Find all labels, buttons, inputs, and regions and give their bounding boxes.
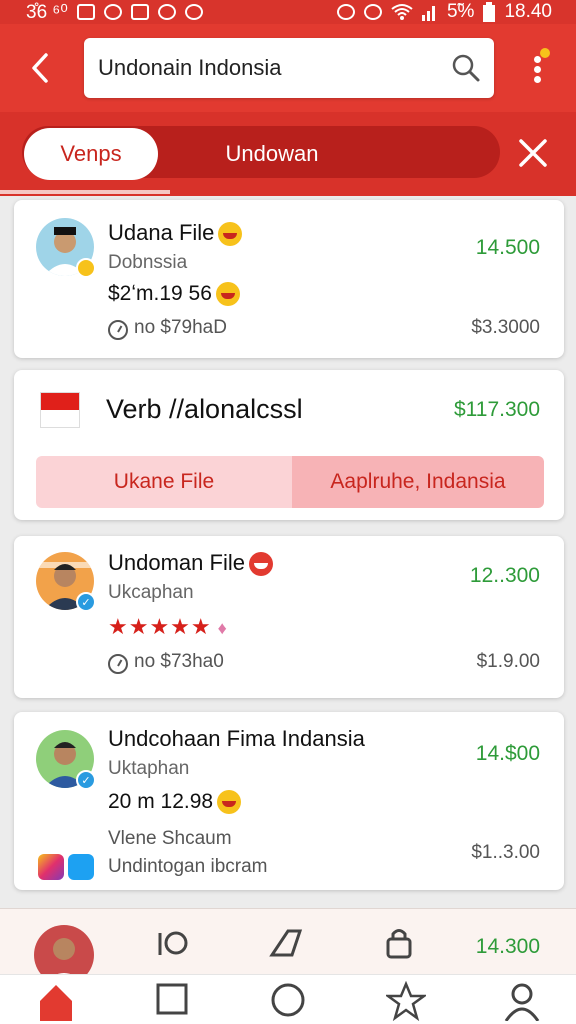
bottom-nav bbox=[0, 974, 576, 1024]
verified-badge-icon: ✓ bbox=[76, 770, 96, 790]
sync-icon bbox=[157, 4, 176, 20]
more-vertical-icon[interactable] bbox=[526, 46, 550, 90]
notification-icon bbox=[76, 4, 95, 20]
lock-icon[interactable] bbox=[384, 925, 414, 961]
badge-icon bbox=[76, 258, 96, 278]
item-price: $117.300 bbox=[453, 398, 540, 421]
nav-circle[interactable] bbox=[266, 981, 310, 1024]
search-input[interactable] bbox=[98, 52, 438, 84]
item-title: Undoman File bbox=[108, 550, 273, 577]
emoji-icon bbox=[248, 552, 273, 577]
star-icon bbox=[386, 981, 426, 1021]
bluetooth-icon bbox=[363, 4, 382, 20]
profile-icon bbox=[504, 983, 540, 1021]
nav-square[interactable] bbox=[150, 981, 194, 1024]
circle-icon bbox=[271, 983, 305, 1017]
aaplruhe-button[interactable]: Aaplruhe, Indansia bbox=[292, 456, 544, 508]
item-meta-line1: Vlene Shcaum bbox=[108, 828, 232, 849]
item-subtitle: Dobnssia bbox=[108, 252, 188, 273]
list-item[interactable]: ✓ Undoman File Ukcaphan ★★★★★ ♦ no $73ha0… bbox=[14, 536, 564, 698]
tab-undowan[interactable]: Undowan bbox=[180, 128, 364, 180]
camera-icon bbox=[103, 4, 122, 20]
cell-signal-icon bbox=[421, 6, 435, 21]
home-icon bbox=[40, 985, 72, 1021]
verified-badge-icon: ✓ bbox=[76, 592, 96, 612]
tag-icon[interactable] bbox=[268, 927, 304, 959]
item-secondary-price: $1.9.00 bbox=[476, 651, 540, 672]
item-price: 14.$00 bbox=[475, 742, 540, 765]
summary-price: 14.300 bbox=[475, 935, 540, 958]
item-price: 14.500 bbox=[475, 236, 540, 259]
tab-indicator bbox=[0, 190, 170, 194]
flag-icon bbox=[40, 392, 80, 428]
square-icon bbox=[156, 983, 188, 1015]
item-title: Udana File bbox=[108, 220, 243, 247]
app-header bbox=[0, 24, 576, 112]
list-item[interactable]: Verb //alonalcssl $117.300 Ukane File Aa… bbox=[14, 370, 564, 520]
nav-star[interactable] bbox=[384, 981, 428, 1024]
item-meta: no $73ha0 bbox=[134, 651, 224, 672]
item-line: 20 m 12.98 bbox=[108, 790, 242, 815]
results-list: Udana File Dobnssia $2ʻm.19 56 no $79haD… bbox=[0, 196, 576, 908]
status-bar: 3̊6 ⁶⁰ 5̃% 18.40 bbox=[0, 0, 576, 24]
battery-percent: 5̃% bbox=[446, 1, 475, 22]
nav-home[interactable] bbox=[34, 981, 78, 1024]
search-box[interactable] bbox=[84, 38, 494, 98]
nav-profile[interactable] bbox=[500, 981, 544, 1024]
list-item[interactable]: ✓ Undcohaan Fima Indansia Uktaphan 20 m … bbox=[14, 712, 564, 890]
item-meta: no $79haD bbox=[134, 317, 227, 338]
close-icon[interactable] bbox=[514, 134, 552, 172]
action-buttons: Ukane File Aaplruhe, Indansia bbox=[36, 456, 544, 508]
instagram-icon[interactable] bbox=[38, 854, 64, 880]
wifi-icon bbox=[391, 4, 413, 20]
item-line: $2ʻm.19 56 bbox=[108, 282, 240, 307]
clock-icon bbox=[108, 320, 128, 340]
emoji-icon bbox=[218, 222, 243, 247]
tab-venps[interactable]: Venps bbox=[24, 128, 158, 180]
history-icon[interactable] bbox=[154, 927, 190, 959]
app-icon bbox=[130, 4, 149, 20]
status-left: 3̊6 ⁶⁰ bbox=[26, 1, 203, 24]
settings-icon bbox=[336, 4, 355, 20]
item-secondary-price: $1..3.00 bbox=[471, 842, 540, 863]
bottom-summary-bar: 14.300 bbox=[0, 908, 576, 985]
clock-icon bbox=[108, 654, 128, 674]
status-signal-text: 3̊6 ⁶⁰ bbox=[26, 1, 68, 23]
notification-dot bbox=[540, 48, 550, 58]
emoji-icon bbox=[215, 282, 240, 307]
item-title: Undcohaan Fima Indansia bbox=[108, 726, 365, 751]
item-meta-line2: Undintogan ibcram bbox=[108, 856, 268, 877]
rating-extra-icon: ♦ bbox=[217, 618, 228, 638]
emoji-icon bbox=[217, 790, 242, 815]
chevron-left-icon bbox=[32, 53, 48, 83]
item-secondary-price: $3.3000 bbox=[471, 317, 540, 338]
status-time: 18.40 bbox=[504, 1, 552, 22]
rating-stars: ★★★★★ ♦ bbox=[108, 614, 228, 639]
ukane-file-button[interactable]: Ukane File bbox=[36, 456, 292, 508]
twitter-icon[interactable] bbox=[68, 854, 94, 880]
tabs-bar: Venps Undowan bbox=[0, 112, 576, 196]
item-price: 12..300 bbox=[469, 564, 540, 587]
item-subtitle: Uktaphan bbox=[108, 758, 190, 779]
search-icon[interactable] bbox=[450, 52, 482, 84]
item-subtitle: Ukcaphan bbox=[108, 582, 194, 603]
item-title: Verb //alonalcssl bbox=[106, 394, 303, 424]
back-button[interactable] bbox=[22, 44, 58, 92]
navigation-icon bbox=[184, 4, 203, 20]
list-item[interactable]: Udana File Dobnssia $2ʻm.19 56 no $79haD… bbox=[14, 200, 564, 358]
battery-icon bbox=[483, 2, 496, 22]
status-right: 5̃% 18.40 bbox=[336, 1, 552, 23]
